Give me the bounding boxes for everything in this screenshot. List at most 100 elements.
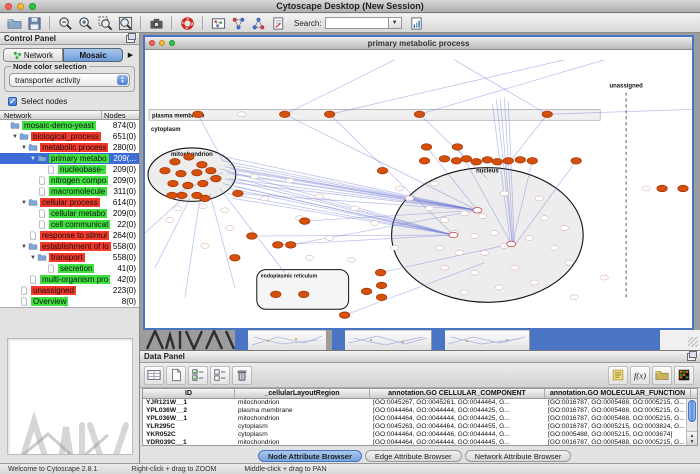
- tree-row[interactable]: nucleobase-209(0): [0, 164, 139, 175]
- graph-hub-node[interactable]: [473, 208, 482, 214]
- graph-node[interactable]: [261, 196, 269, 201]
- node-color-dropdown[interactable]: transporter activity ▲▼: [9, 73, 130, 87]
- graph-node[interactable]: [192, 169, 202, 176]
- graph-node[interactable]: [376, 294, 386, 301]
- tree-row[interactable]: ▼primary metabo209(...: [0, 153, 139, 164]
- graph-node[interactable]: [503, 158, 513, 165]
- table-column-header[interactable]: _cellularLayoutRegion: [235, 389, 370, 398]
- graph-node[interactable]: [395, 186, 403, 191]
- tab-network-attribute-browser[interactable]: Network Attribute Browser: [465, 450, 572, 462]
- session-details-icon[interactable]: [408, 15, 426, 31]
- graph-node[interactable]: [451, 158, 461, 165]
- graph-edge[interactable]: [210, 193, 235, 287]
- graph-node[interactable]: [482, 157, 492, 164]
- graph-node[interactable]: [184, 154, 194, 161]
- scrollbar-thumb[interactable]: [688, 400, 696, 422]
- graph-node[interactable]: [440, 218, 448, 223]
- graph-hub-node[interactable]: [507, 241, 516, 247]
- table-vertical-scrollbar[interactable]: ▲▼: [686, 399, 697, 445]
- delete-attribute-icon[interactable]: [232, 366, 252, 385]
- graph-node[interactable]: [177, 192, 187, 199]
- table-row[interactable]: YKR052Ccytoplasm[GO:0044464, GO:0044446,…: [143, 431, 697, 439]
- tree-row[interactable]: Overview8(0): [0, 296, 139, 307]
- zoom-fit-icon[interactable]: [116, 15, 134, 31]
- table-row[interactable]: YJR121W__1mitochondrion[GO:0045267, GO:0…: [143, 399, 697, 407]
- graph-node[interactable]: [226, 226, 234, 231]
- tab-mosaic[interactable]: Mosaic: [63, 48, 123, 62]
- network-view-window[interactable]: primary metabolic process plasma membran…: [143, 35, 694, 330]
- graph-node[interactable]: [286, 178, 294, 183]
- graph-node[interactable]: [405, 196, 413, 201]
- graph-node[interactable]: [370, 221, 378, 226]
- layout-2-icon[interactable]: [249, 15, 267, 31]
- graph-node[interactable]: [492, 159, 502, 166]
- graph-node[interactable]: [419, 158, 429, 165]
- graph-node[interactable]: [570, 295, 578, 300]
- graph-node[interactable]: [515, 157, 525, 164]
- graph-node[interactable]: [280, 111, 290, 118]
- graph-node[interactable]: [642, 186, 650, 191]
- table-column-header[interactable]: ID: [143, 389, 235, 398]
- graph-node[interactable]: [167, 192, 177, 199]
- graph-node[interactable]: [439, 156, 449, 163]
- graph-node[interactable]: [377, 167, 387, 174]
- graph-edge[interactable]: [285, 60, 395, 114]
- expand-arrow-icon[interactable]: ▼: [20, 244, 28, 250]
- graph-node[interactable]: [657, 185, 667, 192]
- graph-node[interactable]: [495, 285, 503, 290]
- graph-node[interactable]: [324, 111, 334, 118]
- scrollbar-arrows[interactable]: ▲▼: [687, 431, 697, 445]
- graph-node[interactable]: [500, 191, 508, 196]
- network-canvas[interactable]: plasma membranecytoplasmmitochondrionnuc…: [145, 50, 692, 328]
- graph-node[interactable]: [510, 265, 518, 270]
- minimized-window-preview[interactable]: [332, 330, 431, 350]
- tab-network[interactable]: Network: [3, 48, 63, 62]
- graph-node[interactable]: [160, 167, 170, 174]
- zoom-out-icon[interactable]: [56, 15, 74, 31]
- graph-node[interactable]: [470, 270, 478, 275]
- tree-row[interactable]: mosaic-demo-yeast874(0): [0, 120, 139, 131]
- graph-node[interactable]: [490, 231, 498, 236]
- graph-node[interactable]: [273, 242, 283, 249]
- graph-node[interactable]: [540, 216, 548, 221]
- tree-row[interactable]: macromolecule311(0): [0, 186, 139, 197]
- graph-node[interactable]: [375, 269, 385, 276]
- graph-node[interactable]: [286, 242, 296, 249]
- tree-row[interactable]: ▼cellular process614(0): [0, 197, 139, 208]
- annotation-icon[interactable]: [269, 15, 287, 31]
- graph-node[interactable]: [376, 282, 386, 289]
- tree-row[interactable]: ▼biological_process651(0): [0, 131, 139, 142]
- graph-edge[interactable]: [185, 198, 200, 297]
- graph-node[interactable]: [183, 182, 193, 189]
- graph-node[interactable]: [271, 291, 281, 298]
- graph-node[interactable]: [414, 111, 424, 118]
- graph-node[interactable]: [678, 185, 688, 192]
- unselect-attributes-icon[interactable]: [210, 366, 230, 385]
- graph-edge[interactable]: [330, 114, 454, 235]
- graph-node[interactable]: [230, 254, 240, 261]
- layout-1-icon[interactable]: [229, 15, 247, 31]
- tree-column-nodes[interactable]: Nodes: [101, 111, 139, 120]
- search-dropdown-arrow-icon[interactable]: ▼: [389, 17, 402, 29]
- search-input[interactable]: [325, 17, 389, 29]
- expand-arrow-icon[interactable]: ▼: [20, 145, 28, 151]
- table-row[interactable]: YDR039C__1mitochondrion[GO:0044464, GO:0…: [143, 439, 697, 446]
- new-attribute-icon[interactable]: [166, 366, 186, 385]
- expand-arrow-icon[interactable]: ▼: [29, 156, 37, 162]
- table-column-header[interactable]: annotation.GO CELLULAR_COMPONENT: [370, 389, 545, 398]
- tree-column-network[interactable]: Network: [0, 111, 101, 120]
- tab-overflow-button[interactable]: ▶: [125, 49, 136, 61]
- graph-node[interactable]: [233, 190, 243, 197]
- tree-row[interactable]: ▼metabolic process280(0): [0, 142, 139, 153]
- graph-node[interactable]: [206, 167, 216, 174]
- table-column-header[interactable]: annotation.GO MOLECULAR_FUNCTION: [545, 389, 691, 398]
- import-icon[interactable]: [652, 366, 672, 385]
- graph-node[interactable]: [542, 111, 552, 118]
- graph-node[interactable]: [455, 250, 463, 255]
- label-icon[interactable]: [608, 366, 628, 385]
- graph-node[interactable]: [193, 111, 203, 118]
- graph-node[interactable]: [176, 170, 186, 177]
- graph-node[interactable]: [361, 288, 371, 295]
- table-row[interactable]: YPL036W__1mitochondrion[GO:0044464, GO:0…: [143, 415, 697, 423]
- snapshot-icon[interactable]: [147, 15, 165, 31]
